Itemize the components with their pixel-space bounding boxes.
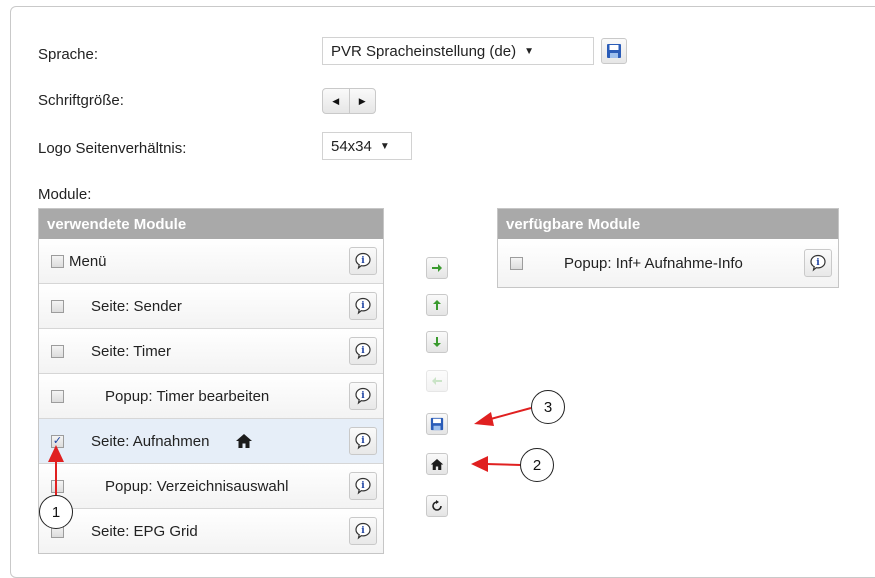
annotation-arrows xyxy=(48,407,532,495)
callout-2: 2 xyxy=(520,448,554,482)
callout-arrow-2 xyxy=(471,456,522,472)
callout-3: 3 xyxy=(531,390,565,424)
callout-1: 1 xyxy=(39,495,73,529)
callout-arrow-1 xyxy=(48,445,64,495)
callout-arrow-3 xyxy=(474,407,532,426)
